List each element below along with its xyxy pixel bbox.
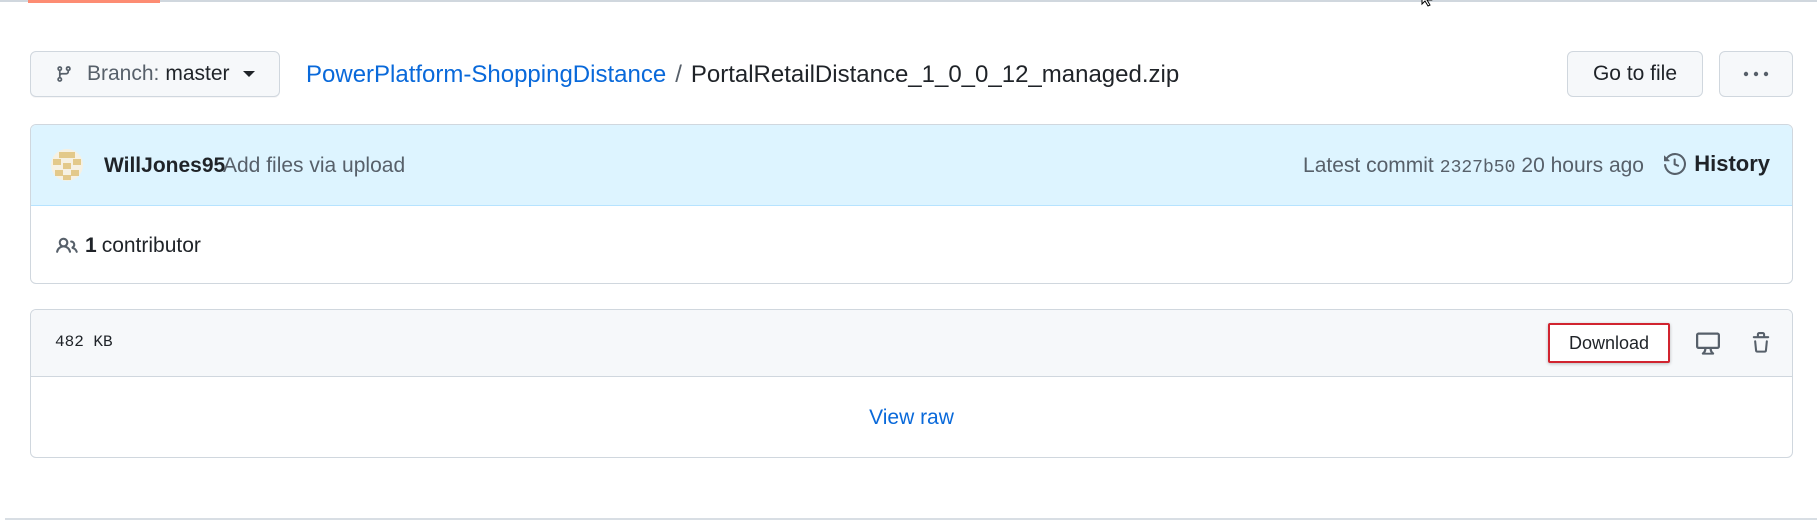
commit-message-link[interactable]: Add files via upload — [223, 154, 405, 178]
download-button[interactable]: Download — [1548, 323, 1670, 363]
file-viewer: 482 KB Download View raw — [30, 309, 1793, 458]
desktop-icon — [1695, 331, 1721, 355]
history-icon — [1664, 153, 1687, 175]
file-navigation: Branch: master PowerPlatform-ShoppingDis… — [30, 51, 1793, 99]
latest-commit-box: WillJones95 Add files via upload Latest … — [30, 124, 1793, 284]
commit-time: 20 hours ago — [1521, 154, 1644, 177]
contributor-label: contributor — [101, 233, 201, 257]
people-icon — [55, 235, 79, 257]
latest-commit-label: Latest commit — [1303, 154, 1434, 177]
trash-icon — [1750, 331, 1772, 355]
branch-label: Branch: — [87, 62, 160, 85]
delete-file-button[interactable] — [1746, 328, 1776, 358]
mouse-cursor-icon — [1421, 0, 1433, 7]
more-options-button[interactable] — [1719, 51, 1793, 97]
file-body: View raw — [31, 377, 1792, 457]
active-tab-indicator — [28, 0, 160, 3]
commit-author-link[interactable]: WillJones95 — [104, 154, 225, 178]
history-link[interactable]: History — [1664, 151, 1770, 177]
kebab-horizontal-icon — [1743, 71, 1769, 77]
file-header: 482 KB Download — [31, 310, 1792, 377]
open-in-desktop-button[interactable] — [1693, 328, 1723, 358]
branch-select-button[interactable]: Branch: master — [30, 51, 280, 97]
breadcrumb-file-name: PortalRetailDistance_1_0_0_12_managed.zi… — [690, 61, 1180, 88]
top-border — [0, 0, 1817, 2]
file-size: 482 KB — [55, 333, 113, 351]
breadcrumb-repo-link[interactable]: PowerPlatform-ShoppingDistance — [306, 61, 666, 88]
latest-commit-info: Latest commit 2327b50 20 hours ago — [1303, 154, 1644, 178]
breadcrumb: PowerPlatform-ShoppingDistance / PortalRet… — [306, 61, 1179, 89]
contributors-row[interactable]: 1 contributor — [31, 206, 1792, 283]
git-branch-icon — [55, 64, 73, 84]
branch-name: master — [165, 62, 230, 85]
contributor-count: 1 — [85, 233, 97, 257]
chevron-down-icon — [242, 70, 256, 78]
commit-header: WillJones95 Add files via upload Latest … — [31, 125, 1792, 206]
view-raw-link[interactable]: View raw — [869, 406, 954, 430]
go-to-file-button[interactable]: Go to file — [1567, 51, 1703, 97]
breadcrumb-separator: / — [675, 61, 682, 88]
history-label: History — [1694, 151, 1770, 176]
commit-sha-link[interactable]: 2327b50 — [1440, 158, 1516, 178]
bottom-divider — [5, 518, 1817, 520]
avatar[interactable] — [51, 149, 83, 181]
